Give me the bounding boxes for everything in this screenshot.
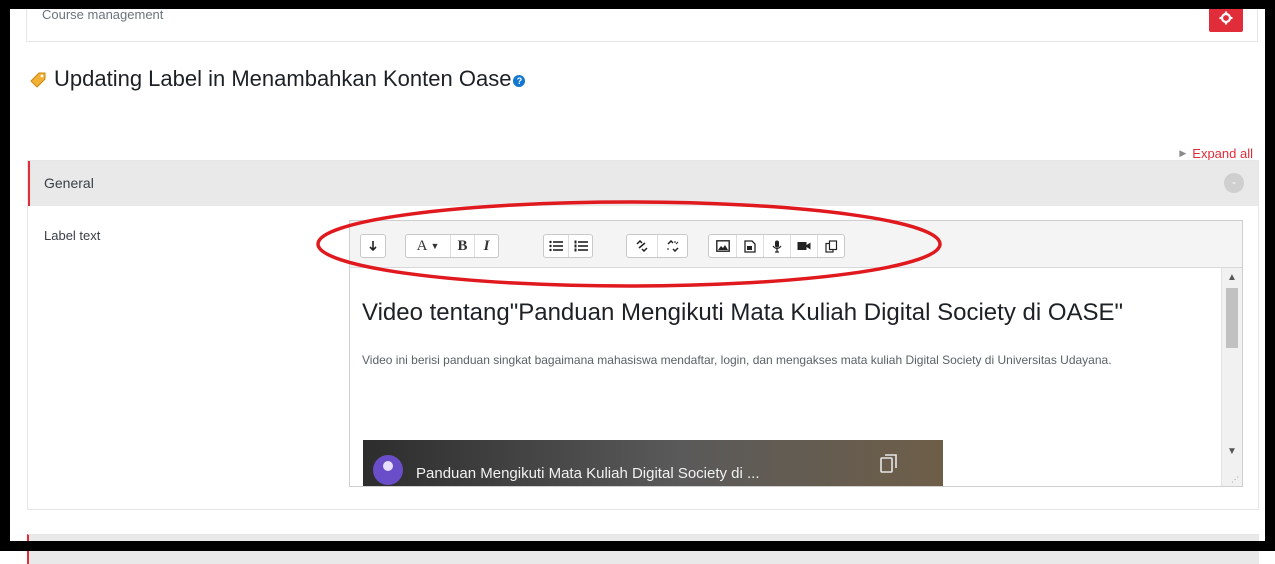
italic-label: I bbox=[483, 237, 490, 254]
scrollbar-thumb[interactable] bbox=[1226, 288, 1238, 348]
dropdown-caret-icon: ▼ bbox=[430, 241, 440, 251]
page-title: Updating Label in Menambahkan Konten Oas… bbox=[28, 66, 526, 92]
resize-grip-icon[interactable]: ⋰ bbox=[1231, 475, 1239, 484]
toolbar-group-style: A ▼ B I bbox=[405, 234, 499, 258]
manage-files-button[interactable] bbox=[817, 235, 844, 257]
course-management-bar: Course management bbox=[26, 4, 1258, 42]
expand-all-link[interactable]: ▶ Expand all bbox=[1179, 146, 1253, 161]
numbered-list-icon bbox=[574, 240, 588, 252]
bold-button[interactable]: B bbox=[450, 235, 474, 257]
link-icon bbox=[636, 240, 648, 252]
atto-editor: A ▼ B I Video tentang"Panduan Mengikuti … bbox=[349, 220, 1243, 487]
copy-link-icon[interactable] bbox=[880, 454, 898, 474]
channel-avatar bbox=[373, 455, 403, 485]
expand-all-label: Expand all bbox=[1192, 146, 1253, 161]
toolbar-group-lists bbox=[543, 234, 593, 258]
editor-scrollbar[interactable]: ▲ ▼ bbox=[1221, 268, 1242, 486]
scroll-up-icon[interactable]: ▲ bbox=[1222, 272, 1242, 283]
insert-image-button[interactable] bbox=[709, 235, 736, 257]
video-camera-icon bbox=[797, 242, 811, 250]
unordered-list-button[interactable] bbox=[544, 235, 568, 257]
page-title-text: Updating Label in Menambahkan Konten Oas… bbox=[54, 66, 512, 91]
video-title: Panduan Mengikuti Mata Kuliah Digital So… bbox=[416, 465, 760, 482]
font-size-button[interactable]: A ▼ bbox=[406, 235, 450, 257]
editor-content-area[interactable]: Video tentang"Panduan Mengikuti Mata Kul… bbox=[350, 268, 1221, 486]
toolbar-group-collapse bbox=[360, 234, 386, 258]
general-section-header[interactable]: General - bbox=[28, 161, 1258, 206]
unlink-icon bbox=[666, 240, 679, 252]
toolbar-group-links bbox=[626, 234, 688, 258]
record-video-button[interactable] bbox=[790, 235, 817, 257]
link-button[interactable] bbox=[627, 235, 657, 257]
show-more-buttons[interactable] bbox=[361, 235, 385, 257]
record-audio-button[interactable] bbox=[763, 235, 790, 257]
general-section: General - Label text A ▼ B I Video tenta… bbox=[27, 160, 1259, 510]
next-section-header[interactable] bbox=[27, 534, 1259, 564]
collapse-section-button[interactable]: - bbox=[1224, 173, 1244, 193]
ordered-list-button[interactable] bbox=[568, 235, 592, 257]
bold-label: B bbox=[457, 237, 468, 254]
content-paragraph: Video ini berisi panduan singkat bagaima… bbox=[362, 353, 1112, 367]
label-tag-icon bbox=[30, 72, 46, 88]
editor-toolbar: A ▼ B I bbox=[350, 221, 1242, 268]
section-title: General bbox=[44, 175, 94, 191]
content-heading: Video tentang"Panduan Mengikuti Mata Kul… bbox=[362, 299, 1124, 326]
label-text-field-label: Label text bbox=[44, 228, 101, 243]
bullet-list-icon bbox=[549, 240, 563, 252]
font-size-label: A bbox=[416, 237, 428, 254]
image-icon bbox=[715, 240, 730, 252]
embedded-video[interactable]: Panduan Mengikuti Mata Kuliah Digital So… bbox=[363, 440, 943, 486]
unlink-button[interactable] bbox=[657, 235, 687, 257]
microphone-icon bbox=[772, 240, 782, 253]
help-icon[interactable]: ? bbox=[513, 75, 526, 87]
insert-media-button[interactable] bbox=[736, 235, 763, 257]
expand-triangle-icon: ▶ bbox=[1179, 148, 1187, 158]
media-icon bbox=[744, 239, 756, 253]
course-management-gear-button[interactable] bbox=[1209, 4, 1243, 32]
toolbar-group-media bbox=[708, 234, 845, 258]
files-icon bbox=[824, 239, 837, 253]
gear-icon bbox=[1219, 11, 1233, 25]
scroll-down-icon[interactable]: ▼ bbox=[1222, 446, 1242, 457]
course-management-label: Course management bbox=[42, 7, 164, 22]
expand-arrow-icon bbox=[369, 241, 377, 252]
italic-button[interactable]: I bbox=[474, 235, 498, 257]
